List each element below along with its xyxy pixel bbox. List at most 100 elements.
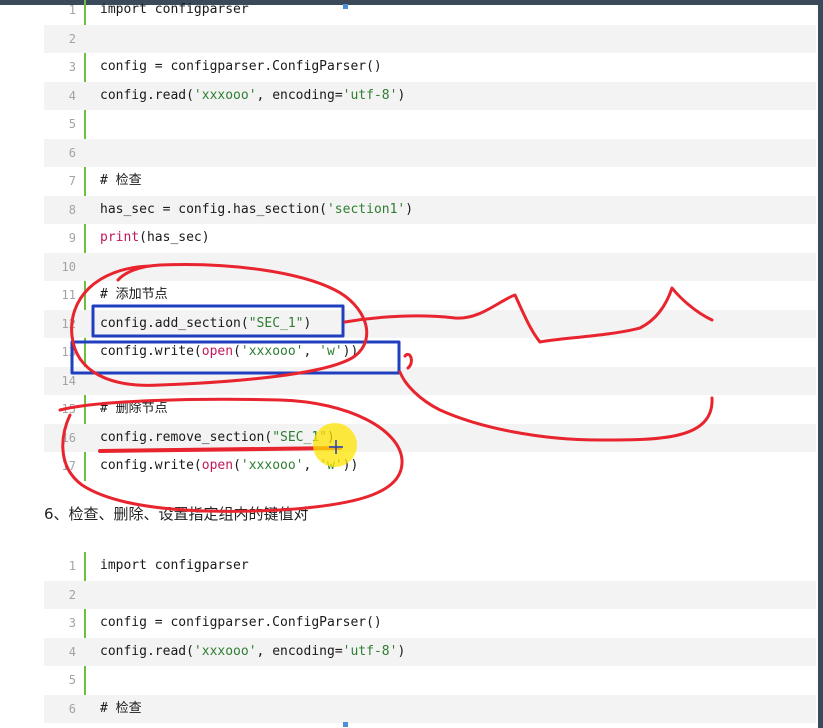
code-text: config.read('xxxooo', encoding='utf-8'): [100, 638, 405, 667]
line-number: 1: [68, 3, 76, 17]
code-text: # 检查: [100, 695, 142, 724]
line-number: 6: [68, 145, 76, 160]
code-token: import configparser: [100, 2, 249, 17]
line-number: 6: [68, 701, 76, 716]
line-number: 10: [61, 259, 76, 274]
code-line: 7 # 检查: [44, 167, 816, 196]
code-token: , encoding=: [256, 643, 343, 659]
code-text: # 删除节点: [100, 395, 168, 424]
code-line: 1 import configparser: [44, 552, 816, 581]
line-number: 9: [68, 231, 76, 245]
code-line: 3 config = configparser.ConfigParser(): [44, 53, 816, 82]
code-text: config.write(open('xxxooo', 'w')): [100, 452, 358, 481]
line-number: 2: [68, 587, 76, 602]
code-token: 'w': [319, 344, 343, 359]
code-token: config.write(: [100, 458, 202, 473]
scroll-marker-bottom: [343, 722, 348, 727]
code-text: config.write(open('xxxooo', 'w')): [100, 338, 358, 367]
code-token: 'utf-8': [342, 643, 398, 659]
line-number: 7: [68, 174, 76, 188]
code-token: print: [100, 230, 140, 245]
code-token: # 检查: [100, 700, 142, 716]
code-token: 'w': [319, 458, 343, 473]
code-line: 12 config.add_section("SEC_1"): [44, 309, 816, 339]
code-line: 11 # 添加节点: [44, 281, 816, 310]
code-line: 5: [44, 110, 816, 139]
code-text: # 添加节点: [100, 281, 168, 310]
code-text: print(has_sec): [100, 224, 210, 253]
code-text: has_sec = config.has_section('section1'): [100, 196, 413, 225]
code-line: 4 config.read('xxxooo', encoding='utf-8'): [44, 637, 816, 667]
line-number: 4: [68, 88, 76, 103]
code-token: config = configparser.ConfigParser(): [100, 59, 382, 74]
code-line: 9 print(has_sec): [44, 224, 816, 253]
code-token: open: [201, 458, 234, 473]
line-number: 5: [68, 117, 76, 131]
code-line: 17 config.write(open('xxxooo', 'w')): [44, 452, 816, 481]
code-line: 2: [44, 580, 816, 609]
code-token: has_sec = config.has_section(: [100, 201, 327, 217]
code-token: 'xxxooo': [240, 458, 304, 473]
code-token: ): [397, 643, 406, 659]
code-token: import configparser: [100, 558, 249, 573]
code-token: 'xxxooo': [193, 87, 257, 103]
code-token: config.add_section(: [100, 315, 249, 331]
code-token: 'xxxooo': [193, 643, 257, 659]
code-token: (: [233, 458, 241, 473]
code-token: 'utf-8': [342, 87, 398, 103]
code-text: config.read('xxxooo', encoding='utf-8'): [100, 82, 405, 111]
code-line: 15 # 删除节点: [44, 395, 816, 424]
code-block-2: 1 import configparser 2 3 config = configpar…: [44, 552, 816, 723]
code-line: 14: [44, 366, 816, 395]
code-text: # 检查: [100, 167, 142, 196]
line-number: 11: [61, 288, 76, 302]
line-number: 3: [68, 616, 76, 630]
code-line: 3 config = configparser.ConfigParser(): [44, 609, 816, 638]
code-token: config.read(: [100, 87, 194, 103]
line-number: 13: [61, 345, 76, 359]
line-number: 5: [68, 673, 76, 687]
code-line: 4 config.read('xxxooo', encoding='utf-8'): [44, 81, 816, 111]
code-token: ,: [303, 458, 320, 473]
code-line: 2: [44, 24, 816, 53]
code-token: (: [233, 344, 241, 359]
window-right-bar: [818, 0, 823, 728]
code-text: config.add_section("SEC_1"): [100, 310, 311, 339]
code-line: 10: [44, 252, 816, 281]
code-text: import configparser: [100, 0, 249, 25]
code-token: (has_sec): [139, 230, 210, 245]
code-line: 6 # 检查: [44, 694, 816, 724]
line-number: 8: [68, 202, 76, 217]
code-token: ): [397, 87, 406, 103]
code-token: config = configparser.ConfigParser(): [100, 615, 382, 630]
code-line: 8 has_sec = config.has_section('section1'…: [44, 195, 816, 225]
code-line: 5: [44, 666, 816, 695]
line-number: 1: [68, 559, 76, 573]
code-token: ,: [303, 344, 320, 359]
code-token: config.remove_section(: [100, 429, 273, 445]
line-number: 15: [61, 402, 76, 416]
section-heading: 6、检查、删除、设置指定组内的键值对: [44, 505, 309, 523]
line-number: 16: [61, 430, 76, 445]
line-number: 14: [61, 373, 76, 388]
code-text: config.remove_section("SEC_1"): [100, 424, 335, 453]
code-token: # 删除节点: [100, 401, 168, 416]
code-line: 13 config.write(open('xxxooo', 'w')): [44, 338, 816, 367]
code-token: "SEC_1": [248, 315, 304, 331]
code-token: ): [405, 201, 414, 217]
code-token: 'section1': [326, 201, 406, 217]
line-number: 12: [61, 316, 76, 331]
code-line: 1 import configparser: [44, 0, 816, 25]
code-token: , encoding=: [256, 87, 343, 103]
line-number: 3: [68, 60, 76, 74]
code-text: config = configparser.ConfigParser(): [100, 609, 382, 638]
code-token: )): [342, 344, 359, 359]
code-token: 'xxxooo': [240, 344, 304, 359]
code-token: open: [201, 344, 234, 359]
code-line: 6: [44, 138, 816, 167]
code-block-1: 1 import configparser 2 3 config = configpar…: [44, 0, 816, 481]
code-token: # 添加节点: [100, 287, 168, 302]
code-line: 16 config.remove_section("SEC_1"): [44, 423, 816, 453]
code-token: config.read(: [100, 643, 194, 659]
code-token: "SEC_1": [272, 429, 327, 445]
